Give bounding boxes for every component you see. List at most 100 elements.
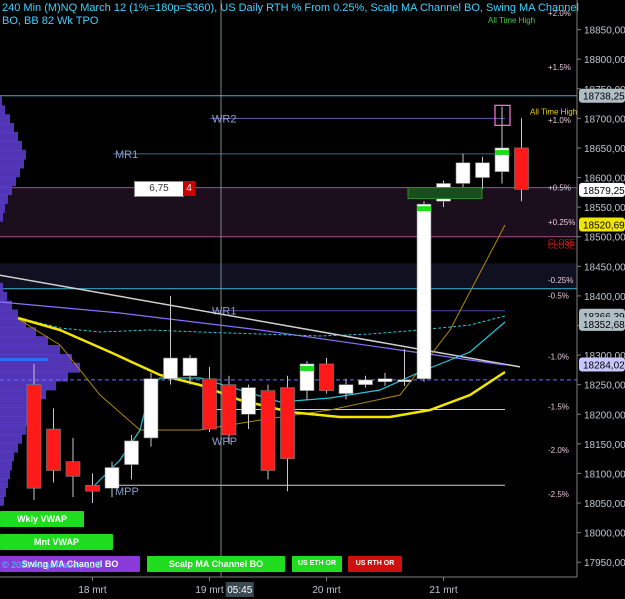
candle-down[interactable]	[26, 384, 42, 489]
candle-up[interactable]	[358, 379, 373, 385]
cyan-band-upper	[19, 315, 506, 337]
tpo-profile-bar	[0, 336, 48, 347]
candle-up[interactable]	[455, 162, 471, 184]
y-tick-label: 18000,00	[584, 529, 625, 540]
breakout-marker	[417, 206, 431, 212]
candle-down[interactable]	[319, 363, 334, 391]
tpo-profile-bar	[0, 442, 18, 453]
candle-up[interactable]	[416, 203, 432, 380]
candle-down[interactable]	[85, 484, 100, 492]
percent-level-label: -2.0%	[548, 446, 569, 455]
candle-up[interactable]	[104, 467, 120, 489]
candle-up[interactable]	[377, 378, 393, 383]
y-tick-label: 18800,00	[584, 55, 625, 66]
tpo-profile-bar	[0, 291, 7, 302]
order-quantity-flag[interactable]: 4	[183, 181, 195, 196]
tpo-poc-marker	[0, 358, 48, 362]
candle-up[interactable]	[163, 357, 178, 380]
y-tick-label: 17950,00	[584, 558, 625, 569]
tpo-profile-bar	[0, 211, 3, 222]
y-tick-label: 18550,00	[584, 203, 625, 214]
candle-down[interactable]	[46, 428, 61, 471]
percent-level-label: +0.25%	[548, 218, 575, 227]
us-eth-or-button[interactable]: US ETH OR	[292, 556, 342, 572]
percent-level-label: -2.5%	[548, 490, 569, 499]
price-marker-label: 18520,69	[583, 220, 625, 231]
candle-up[interactable]	[143, 378, 159, 439]
tpo-profile-bar	[0, 158, 24, 169]
us-rth-or-button[interactable]: US RTH OR	[348, 556, 402, 572]
x-tick-label: 19 mrt	[195, 585, 224, 596]
tpo-profile-bar	[0, 433, 22, 444]
candle-up[interactable]	[241, 387, 256, 415]
tpo-profile-bar	[0, 362, 80, 373]
all-time-high-label: All Time High	[530, 107, 577, 116]
percent-level-label: CLOSE	[548, 242, 575, 251]
tpo-profile-bar	[0, 167, 20, 178]
y-tick-label: 18500,00	[584, 233, 625, 244]
y-tick-label: 18050,00	[584, 499, 625, 510]
order-zone-box	[407, 187, 483, 200]
percent-level-label: -1.5%	[548, 403, 569, 412]
tpo-profile-bar	[0, 123, 14, 133]
tpo-profile-bar	[0, 416, 30, 426]
tpo-profile-bar	[0, 140, 22, 151]
tpo-profile-bar	[0, 345, 60, 355]
tpo-profile-bar	[0, 424, 26, 435]
candle-up[interactable]	[182, 357, 198, 377]
breakout-marker	[300, 365, 314, 371]
candle-up[interactable]	[338, 384, 354, 394]
price-marker-label: 18284,02	[583, 361, 625, 372]
scalp-ma-channel-button[interactable]: Scalp MA Channel BO	[147, 556, 285, 572]
candle-down[interactable]	[221, 384, 237, 436]
tpo-profile-bar	[0, 176, 16, 187]
candle-down[interactable]	[280, 387, 295, 459]
percent-level-label: -0.25%	[548, 276, 573, 285]
tpo-profile-bar	[0, 149, 26, 160]
candle-down[interactable]	[202, 378, 217, 430]
range-zone	[0, 263, 577, 289]
y-tick-label: 18700,00	[584, 114, 625, 125]
tpo-profile-bar	[0, 460, 12, 471]
chart-canvas[interactable]: WR2MR1WR1WPPMPPAll Time HighAll Time Hig…	[0, 0, 625, 599]
wkly-vwap-button[interactable]: Wkly VWAP	[0, 511, 84, 527]
y-tick-label: 18650,00	[584, 144, 625, 155]
price-marker-label: 18579,25	[583, 186, 625, 197]
percent-level-label: -1.0%	[548, 352, 569, 361]
tpo-profile-bar	[0, 131, 18, 142]
tpo-profile-bar	[0, 194, 8, 204]
order-quantity-field[interactable]: 6,75	[134, 181, 184, 197]
premarket-zone	[0, 187, 577, 237]
tpo-profile-bar	[0, 469, 10, 480]
x-tick-label: 20 mrt	[312, 585, 341, 596]
tpo-profile-bar	[0, 487, 6, 497]
pivot-label: WR2	[212, 113, 236, 125]
candle-down[interactable]	[65, 461, 81, 477]
percent-level-label: +1.5%	[548, 63, 571, 72]
mnt-vwap-button[interactable]: Mnt VWAP	[0, 534, 113, 550]
crosshair-time-label: 05:45	[227, 585, 252, 596]
tpo-profile-bar	[0, 114, 10, 125]
tpo-profile-bar	[0, 282, 3, 293]
y-tick-label: 18250,00	[584, 381, 625, 392]
y-tick-label: 18850,00	[584, 26, 625, 37]
breakout-marker	[495, 149, 509, 155]
candle-up[interactable]	[475, 162, 490, 178]
copyright-text: © 2023 NinjaTrader, LLC	[2, 560, 102, 570]
y-tick-label: 18400,00	[584, 292, 625, 303]
tpo-profile-bar	[0, 451, 14, 462]
candle-up[interactable]	[124, 440, 139, 465]
candle-down[interactable]	[514, 147, 529, 190]
percent-level-label: +1.0%	[548, 116, 571, 125]
tpo-profile-bar	[0, 309, 18, 320]
price-marker-label: 18352,68	[583, 320, 625, 331]
candle-up[interactable]	[397, 379, 412, 383]
price-marker-label: 18738,25	[583, 92, 625, 103]
candle-down[interactable]	[260, 390, 276, 471]
tpo-profile-bar	[0, 202, 5, 213]
tpo-profile-bar	[0, 327, 36, 338]
x-tick-label: 21 mrt	[429, 585, 458, 596]
y-tick-label: 18200,00	[584, 410, 625, 421]
pivot-label: MR1	[115, 149, 138, 161]
tpo-profile-bar	[0, 96, 2, 107]
